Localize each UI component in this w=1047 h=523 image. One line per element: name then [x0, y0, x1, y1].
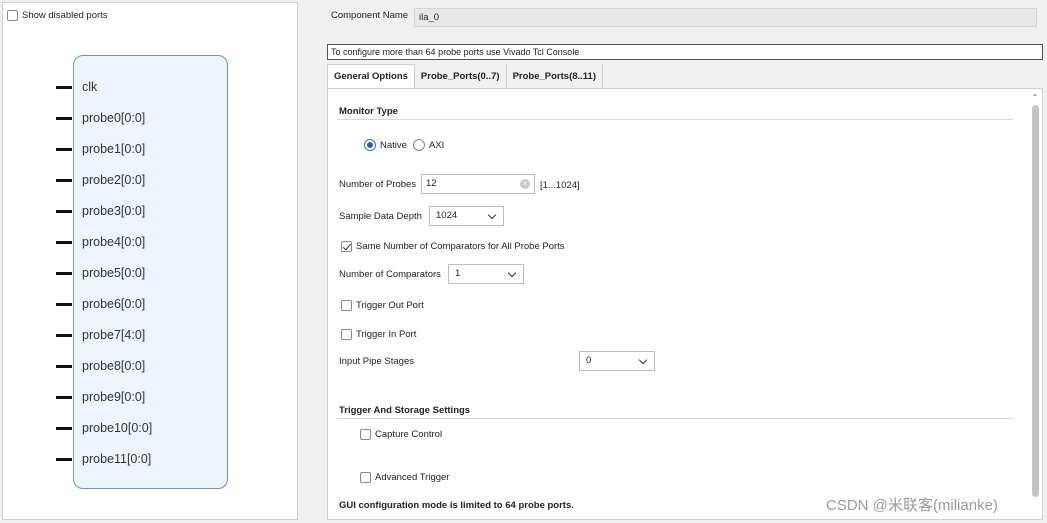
num-probes-range: [1...1024] [540, 180, 580, 191]
pin-icon [56, 395, 72, 399]
chevron-down-icon [487, 210, 497, 220]
pin-icon [56, 302, 72, 306]
port-clk: clk [56, 78, 97, 96]
vertical-scrollbar[interactable]: ⌃ [1030, 93, 1040, 513]
tab-general-options[interactable]: General Options [327, 64, 415, 88]
tab-probe-ports-0-7[interactable]: Probe_Ports(0..7) [414, 64, 507, 88]
trigger-in-checkbox[interactable]: Trigger In Port [341, 329, 416, 340]
advanced-trigger-checkbox[interactable]: Advanced Trigger [360, 472, 449, 483]
checkbox-box[interactable] [341, 300, 352, 311]
port-label: clk [82, 80, 98, 94]
port-label: probe6[0:0] [82, 297, 146, 311]
port-probe3: probe3[0:0] [56, 202, 145, 220]
port-label: probe8[0:0] [82, 359, 146, 373]
pin-icon [56, 85, 72, 89]
advanced-trigger-label: Advanced Trigger [375, 472, 450, 483]
pipe-stages-select[interactable]: 0 [579, 351, 655, 371]
checkbox-box[interactable] [7, 10, 18, 21]
chevron-down-icon [507, 268, 517, 278]
checkbox-box[interactable] [360, 472, 371, 483]
scroll-up-icon[interactable]: ⌃ [1030, 93, 1040, 103]
pin-icon [56, 271, 72, 275]
pipe-stages-value: 0 [586, 355, 592, 366]
port-label: probe9[0:0] [82, 390, 146, 404]
pin-icon [56, 116, 72, 120]
port-label: probe2[0:0] [82, 173, 146, 187]
chevron-down-icon [638, 355, 648, 365]
same-comparators-checkbox[interactable]: Same Number of Comparators for All Probe… [341, 241, 565, 252]
pin-icon [56, 457, 72, 461]
watermark: CSDN @米联客(milianke) [826, 497, 998, 514]
section-divider [337, 418, 1013, 419]
radio-native-label: Native [380, 139, 407, 151]
show-disabled-ports-label: Show disabled ports [22, 10, 108, 21]
checkbox-box[interactable] [341, 241, 352, 252]
tab-bar: General Options Probe_Ports(0..7) Probe_… [327, 64, 603, 88]
pin-icon [56, 240, 72, 244]
pin-icon [56, 147, 72, 151]
checkbox-box[interactable] [360, 429, 371, 440]
port-probe9: probe9[0:0] [56, 388, 145, 406]
port-probe1: probe1[0:0] [56, 140, 145, 158]
port-label: probe5[0:0] [82, 266, 146, 280]
component-name-row: Component Name ila_0 [331, 8, 1037, 27]
num-comparators-label: Number of Comparators [339, 269, 441, 280]
trigger-out-checkbox[interactable]: Trigger Out Port [341, 300, 424, 311]
pin-icon [56, 209, 72, 213]
num-comparators-select[interactable]: 1 [448, 264, 524, 284]
pin-icon [56, 364, 72, 368]
num-probes-value: 12 [426, 178, 437, 189]
port-probe11: probe11[0:0] [56, 450, 151, 468]
capture-control-label: Capture Control [375, 429, 443, 440]
num-comparators-value: 1 [455, 268, 461, 279]
tab-probe-ports-8-11[interactable]: Probe_Ports(8..11) [506, 64, 603, 88]
port-label: probe10[0:0] [82, 421, 153, 435]
sample-depth-label: Sample Data Depth [339, 211, 422, 222]
pipe-stages-label: Input Pipe Stages [339, 356, 414, 367]
clear-icon[interactable]: × [520, 179, 530, 189]
pin-icon [56, 333, 72, 337]
port-probe7: probe7[4:0] [56, 326, 145, 344]
capture-control-checkbox[interactable]: Capture Control [360, 429, 442, 440]
sample-depth-value: 1024 [436, 210, 458, 221]
port-probe4: probe4[0:0] [56, 233, 145, 251]
same-comparators-label: Same Number of Comparators for All Probe… [356, 241, 565, 252]
port-probe8: probe8[0:0] [56, 357, 145, 375]
monitor-type-radio-group: Native AXI [364, 139, 444, 151]
scroll-thumb[interactable] [1032, 105, 1039, 497]
section-divider [337, 119, 1013, 120]
port-probe0: probe0[0:0] [56, 109, 145, 127]
monitor-type-title: Monitor Type [339, 106, 398, 117]
port-probe2: probe2[0:0] [56, 171, 145, 189]
port-probe10: probe10[0:0] [56, 419, 152, 437]
num-probes-label: Number of Probes [339, 179, 417, 190]
port-label: probe3[0:0] [82, 204, 146, 218]
info-bar: To configure more than 64 probe ports us… [327, 44, 1043, 60]
checkbox-box[interactable] [341, 329, 352, 340]
trigger-storage-title: Trigger And Storage Settings [339, 405, 471, 416]
port-label: probe1[0:0] [82, 142, 146, 156]
show-disabled-ports-checkbox[interactable]: Show disabled ports [7, 10, 108, 21]
sample-depth-select[interactable]: 1024 [429, 206, 504, 226]
component-name-field[interactable]: ila_0 [414, 8, 1037, 27]
radio-native[interactable] [364, 139, 376, 151]
trigger-in-label: Trigger In Port [356, 329, 417, 340]
trigger-out-label: Trigger Out Port [356, 300, 424, 311]
general-options-panel: ⌃ [327, 88, 1043, 520]
num-probes-input[interactable]: 12 × [421, 174, 535, 194]
port-label: probe7[4:0] [82, 328, 146, 342]
footer-note: GUI configuration mode is limited to 64 … [339, 500, 574, 511]
radio-axi[interactable] [412, 139, 425, 151]
port-label: probe11[0:0] [82, 452, 152, 466]
pin-icon [56, 178, 72, 182]
pin-icon [56, 426, 72, 430]
port-label: probe4[0:0] [82, 235, 146, 249]
radio-axi-label: AXI [428, 139, 445, 151]
component-name-label: Component Name [331, 10, 409, 21]
port-probe6: probe6[0:0] [56, 295, 145, 313]
port-probe5: probe5[0:0] [56, 264, 145, 282]
port-label: probe0[0:0] [82, 111, 146, 125]
